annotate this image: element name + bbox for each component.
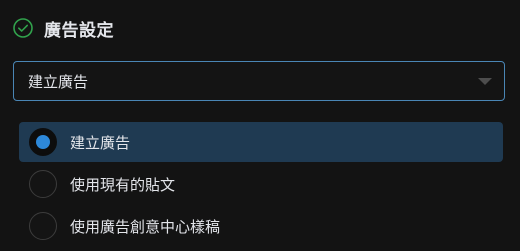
check-circle-icon (12, 17, 34, 39)
caret-down-icon (478, 78, 492, 85)
ad-type-dropdown[interactable]: 建立廣告 (13, 61, 505, 101)
section-title: 廣告設定 (44, 20, 114, 41)
option-use-creative-hub-mockup[interactable]: 使用廣告創意中心樣稿 (19, 206, 503, 246)
ad-source-radio-group: 建立廣告 使用現有的貼文 使用廣告創意中心樣稿 (19, 122, 503, 248)
option-create-ad[interactable]: 建立廣告 (19, 122, 503, 162)
radio-button[interactable] (29, 170, 57, 198)
option-use-existing-post[interactable]: 使用現有的貼文 (19, 164, 503, 204)
ad-settings-panel: 廣告設定 建立廣告 建立廣告 使用現有的貼文 使用廣告創意中心樣稿 (0, 0, 520, 251)
section-header: 廣告設定 (12, 14, 114, 42)
radio-button-selected[interactable] (29, 128, 57, 156)
dropdown-selected-value: 建立廣告 (28, 72, 89, 91)
radio-button[interactable] (29, 212, 57, 240)
option-label: 使用現有的貼文 (70, 175, 176, 194)
option-label: 建立廣告 (70, 133, 131, 152)
radio-dot (36, 135, 50, 149)
option-label: 使用廣告創意中心樣稿 (70, 217, 221, 236)
